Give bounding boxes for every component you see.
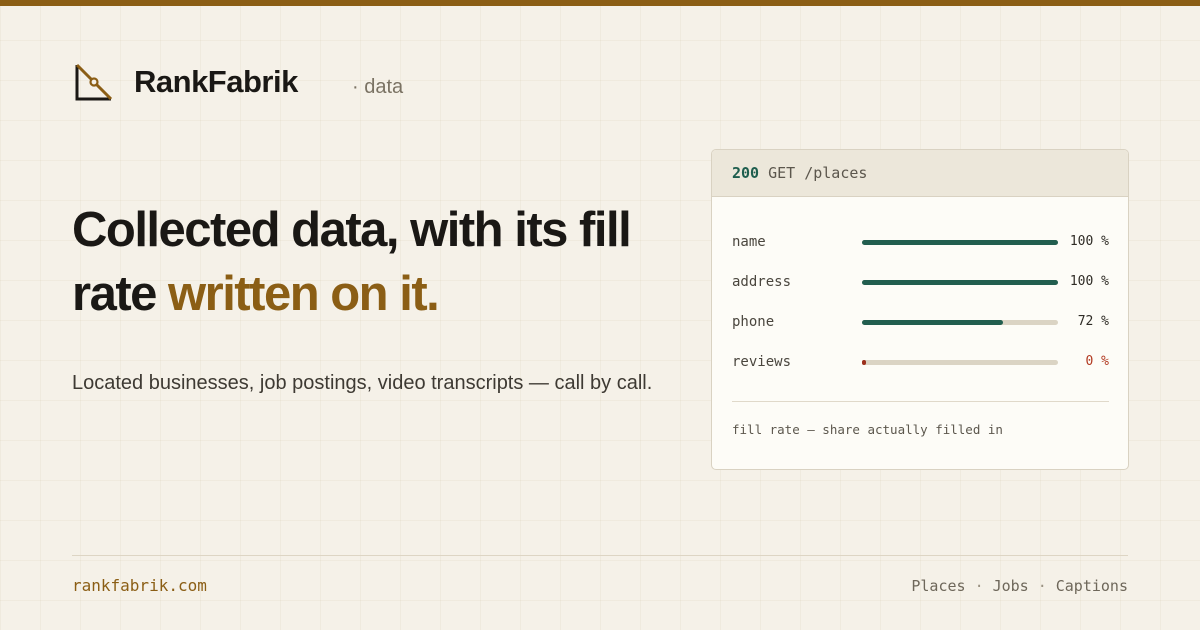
- api-response-card: 200 GET /places name 100 % address 100 %…: [711, 149, 1129, 470]
- field-row-name: name 100 %: [732, 232, 1109, 252]
- status-code: 200: [732, 164, 760, 182]
- fill-percent: 72 %: [1077, 314, 1109, 329]
- brand-name[interactable]: RankFabrik: [134, 64, 298, 100]
- field-row-phone: phone 72 %: [732, 312, 1109, 332]
- fill-percent: 100 %: [1069, 234, 1109, 249]
- footer-domain-link[interactable]: rankfabrik.com: [72, 576, 207, 595]
- field-name: address: [732, 274, 792, 290]
- set-square-icon: [75, 63, 113, 101]
- field-name: phone: [732, 314, 775, 330]
- footer-separator: ·: [974, 577, 984, 595]
- card-footnote: fill rate — share actually filled in: [732, 422, 1003, 437]
- hero-subline: Located businesses, job postings, video …: [72, 372, 653, 394]
- footer-link-captions[interactable]: Captions: [1056, 577, 1128, 595]
- footer-separator: ·: [1037, 577, 1047, 595]
- field-name: name: [732, 234, 766, 250]
- footer-nav: Places · Jobs · Captions: [911, 577, 1128, 595]
- field-row-reviews: reviews 0 %: [732, 352, 1109, 372]
- footer-divider: [72, 555, 1128, 556]
- fill-bar-track: [862, 320, 1058, 325]
- fill-bar: [862, 280, 1058, 285]
- request-line: GET /places: [768, 164, 868, 182]
- footer-link-places[interactable]: Places: [911, 577, 965, 595]
- field-row-address: address 100 %: [732, 272, 1109, 292]
- fill-bar-track: [862, 360, 1058, 365]
- fill-percent: 0 %: [1085, 354, 1109, 369]
- fill-bar: [862, 360, 866, 365]
- footer-link-jobs[interactable]: Jobs: [993, 577, 1029, 595]
- card-divider: [732, 401, 1109, 402]
- brand: RankFabrik · data: [74, 60, 403, 104]
- card-header: 200 GET /places: [712, 150, 1128, 197]
- hero-headline: Collected data, with its fill rate writt…: [72, 198, 672, 326]
- top-accent-bar: [0, 0, 1200, 6]
- fill-bar-track: [862, 280, 1058, 285]
- fill-bar-track: [862, 240, 1058, 245]
- headline-accent: written on it.: [168, 267, 440, 321]
- fill-percent: 100 %: [1069, 274, 1109, 289]
- fill-bar: [862, 320, 1004, 325]
- brand-subtitle: · data: [352, 76, 404, 98]
- fill-bar: [862, 240, 1058, 245]
- field-name: reviews: [732, 354, 792, 370]
